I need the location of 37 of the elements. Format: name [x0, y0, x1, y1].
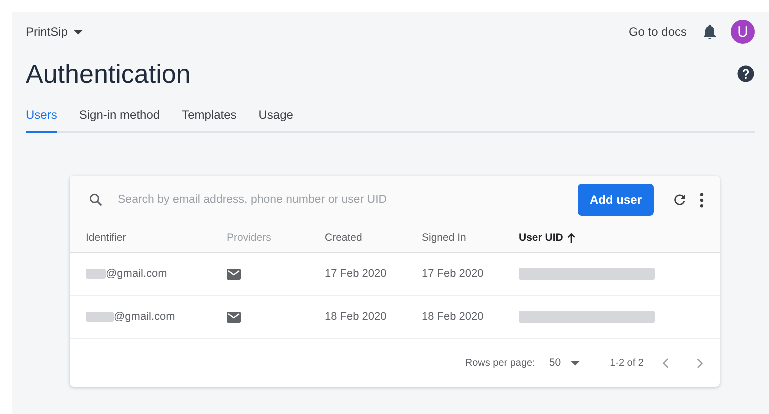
search-icon: [88, 192, 104, 208]
previous-page-icon[interactable]: [662, 358, 669, 368]
table-cell: 17 Feb 2020: [325, 268, 387, 280]
tab[interactable]: Usage: [258, 102, 294, 133]
docs-link[interactable]: Go to docs: [628, 25, 687, 39]
add-user-button[interactable]: Add user: [578, 184, 654, 216]
tab[interactable]: Templates: [182, 102, 237, 133]
project-selector[interactable]: PrintSip: [26, 25, 84, 39]
search-field[interactable]: Search by email address, phone number or user UID: [116, 193, 566, 207]
column-header[interactable]: Created: [325, 232, 362, 244]
rows-per-page-label: Rows per page:: [465, 358, 536, 368]
column-header[interactable]: Signed In: [422, 232, 466, 244]
page-title: Authentication: [26, 58, 191, 90]
table-cell: @gmail.com: [114, 311, 176, 323]
redacted-text: [86, 312, 114, 322]
caret-icon: [74, 30, 84, 34]
sort-arrow-icon: [567, 233, 576, 243]
rows-per-page-select[interactable]: 50: [549, 357, 562, 369]
page-range: 1-2 of 2: [610, 358, 644, 368]
table-cell: 18 Feb 2020: [422, 311, 484, 323]
table-cell: 17 Feb 2020: [422, 268, 484, 280]
user-avatar[interactable]: U: [731, 20, 755, 44]
help-icon[interactable]: [737, 65, 755, 83]
email-icon: [227, 268, 241, 280]
table-cell: 18 Feb 2020: [325, 311, 387, 323]
column-header[interactable]: User UID: [519, 232, 564, 244]
redacted-text: [86, 269, 106, 279]
tab[interactable]: Users: [26, 102, 58, 133]
more-options-icon[interactable]: [700, 192, 704, 208]
email-icon: [227, 312, 241, 322]
table-cell: @gmail.com: [106, 268, 168, 280]
column-header[interactable]: Identifier: [86, 232, 126, 244]
refresh-icon[interactable]: [672, 192, 688, 208]
notification-bell-icon[interactable]: [701, 23, 719, 41]
tab[interactable]: Sign-in method: [79, 102, 160, 133]
caret-icon[interactable]: [571, 360, 580, 366]
next-page-icon[interactable]: [697, 358, 704, 368]
